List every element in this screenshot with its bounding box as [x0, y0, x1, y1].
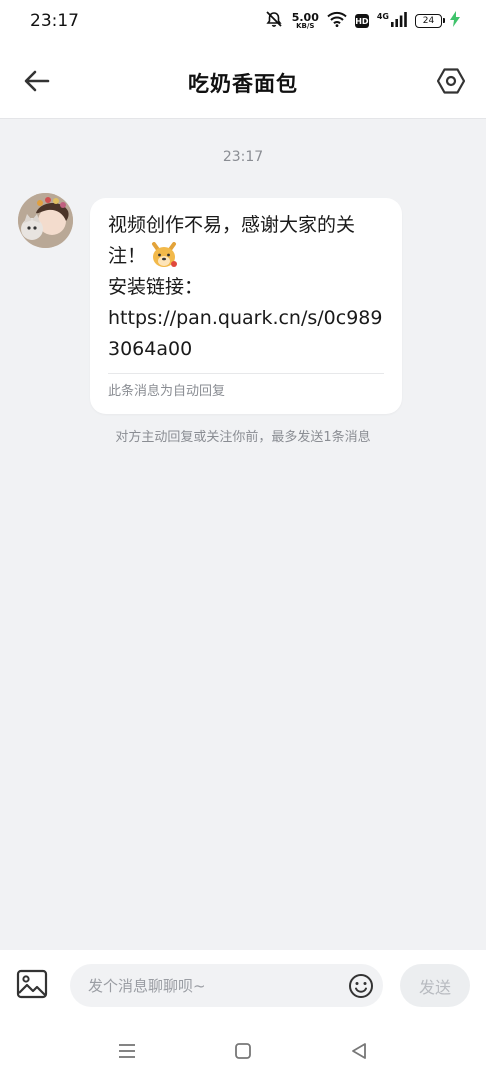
- avatar[interactable]: [18, 193, 73, 248]
- emoji-button[interactable]: [348, 973, 374, 999]
- message-line-1: 视频创作不易，感谢大家的关注！: [108, 214, 356, 267]
- smiley-icon: [349, 974, 373, 998]
- input-bar: 发送: [0, 950, 486, 1020]
- send-button[interactable]: 发送: [400, 964, 470, 1007]
- message-line-2: 安装链接：: [108, 276, 204, 298]
- menu-button[interactable]: [116, 1040, 138, 1062]
- status-bar: 23:17 5.00 KB/S HD 4G 24: [0, 0, 486, 44]
- signal-icon: [391, 11, 407, 31]
- charging-icon: [450, 11, 460, 31]
- home-button[interactable]: [232, 1040, 254, 1062]
- net-speed-unit: KB/S: [296, 22, 315, 30]
- message-input[interactable]: [70, 964, 383, 1007]
- image-button[interactable]: [16, 969, 48, 1001]
- page-title: 吃奶香面包: [188, 72, 298, 96]
- avatar-image: [18, 193, 73, 248]
- dog-face-emoji: [150, 242, 178, 268]
- app-bar: 吃奶香面包: [0, 44, 486, 119]
- menu-icon: [119, 1044, 135, 1058]
- signal-label: 4G: [376, 11, 389, 21]
- battery-level: 24: [422, 16, 435, 26]
- wifi-icon: [327, 11, 347, 31]
- hexagon-settings-icon: [437, 68, 465, 94]
- system-nav-bar: [0, 1020, 486, 1080]
- home-square-icon: [235, 1043, 251, 1059]
- auto-reply-note: 此条消息为自动回复: [108, 384, 226, 399]
- back-triangle-icon: [352, 1043, 366, 1059]
- bubble-divider: [108, 373, 384, 374]
- mute-icon: [264, 10, 284, 32]
- message-bubble[interactable]: 视频创作不易，感谢大家的关注！ 安装链接： https://pan.quark.…: [90, 198, 402, 414]
- message-text: 视频创作不易，感谢大家的关注！ 安装链接： https://pan.quark.…: [108, 210, 384, 365]
- chat-area[interactable]: 23:17 视频创作不易，感谢大家的关注！ 安装链接： https://pan.…: [0, 120, 486, 950]
- net-speed: 5.00 KB/S: [292, 12, 319, 30]
- settings-button[interactable]: [434, 64, 468, 98]
- battery-icon: 24: [415, 14, 445, 28]
- hd-badge: HD: [354, 14, 369, 28]
- image-icon: [16, 969, 48, 999]
- message-limit-note: 对方主动回复或关注你前，最多发送1条消息: [115, 430, 371, 445]
- status-time: 23:17: [30, 11, 79, 31]
- message-link[interactable]: https://pan.quark.cn/s/0c9893064a00: [108, 307, 382, 360]
- status-icons: 5.00 KB/S HD 4G 24: [264, 10, 460, 32]
- back-nav-button[interactable]: [348, 1040, 370, 1062]
- message-timestamp: 23:17: [222, 149, 264, 165]
